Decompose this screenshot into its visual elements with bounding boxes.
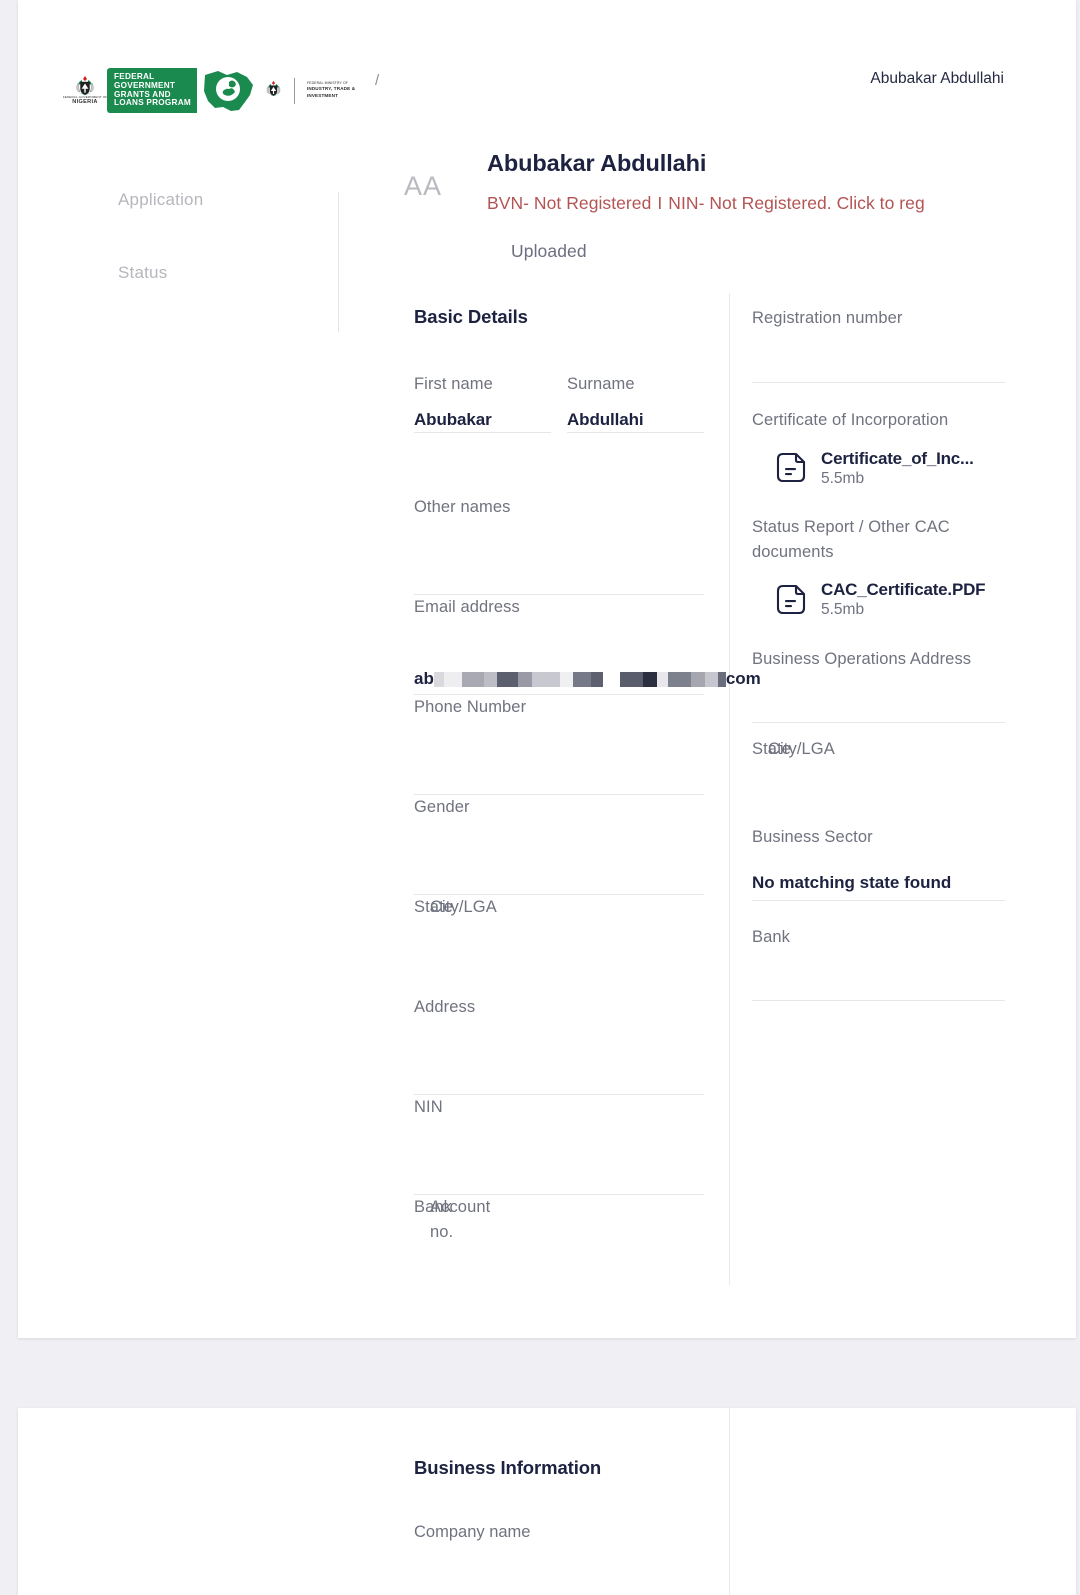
sidebar-nav: Application Status	[118, 190, 318, 336]
business-sector-label: Business Sector	[752, 828, 873, 847]
account-no-label: Account no.	[430, 1197, 491, 1241]
name-row: First name Abubakar Surname Abdullahi	[414, 372, 704, 433]
city-lga-label: City/LGA	[430, 897, 497, 916]
gender-label: Gender	[414, 797, 470, 816]
email-redaction-icon	[433, 671, 726, 687]
page-root: FEDERAL GOVERNMENT OF NIGERIA FEDERAL GO…	[0, 0, 1080, 1595]
business-information-title: Business Information	[414, 1457, 602, 1478]
bvn-status: BVN- Not Registered	[487, 193, 652, 213]
page-title: Abubakar Abdullahi	[487, 150, 707, 176]
business-information-card: Business Information Company name	[18, 1408, 1076, 1595]
business-operations-address-label: Business Operations Address	[752, 650, 972, 669]
coat-of-arms-caption: FEDERAL GOVERNMENT OF NIGERIA	[62, 94, 108, 106]
business-column-divider	[729, 1408, 730, 1595]
file-meta: CAC_Certificate.PDF 5.5mb	[821, 580, 986, 619]
company-name-label: Company name	[414, 1523, 531, 1541]
nin-status: NIN- Not Registered. Click to reg	[668, 193, 925, 213]
file-size: 5.5mb	[821, 601, 865, 619]
nin-label: NIN	[414, 1097, 443, 1116]
sidebar-divider	[338, 192, 339, 332]
field-address[interactable]: Address	[414, 995, 704, 1095]
field-email-address[interactable]: Email address ab com	[414, 595, 761, 695]
documents-column: Registration number Certificate of Incor…	[752, 306, 1005, 1002]
field-nin[interactable]: NIN	[414, 1095, 704, 1195]
first-name-value: Abubakar	[414, 409, 492, 429]
status-separator: I	[657, 193, 663, 213]
file-cac-certificate[interactable]: CAC_Certificate.PDF 5.5mb	[774, 580, 1005, 619]
file-size: 5.5mb	[821, 469, 865, 487]
nigeria-map-icon	[201, 69, 257, 113]
certificate-of-incorporation-label: Certificate of Incorporation	[752, 411, 949, 429]
surname-label: Surname	[567, 375, 635, 393]
field-first-name[interactable]: First name Abubakar	[414, 372, 551, 433]
field-registration-number[interactable]: Registration number	[752, 306, 1005, 383]
state-city-row: State City/LGA	[414, 895, 704, 995]
business-state-city-row: State City/LGA	[752, 737, 1005, 813]
document-icon	[774, 581, 812, 619]
ministry-name: FEDERAL MINISTRY OF INDUSTRY, TRADE & IN…	[306, 81, 356, 99]
business-city-lga-label: City/LGA	[768, 740, 835, 759]
avatar: AA	[404, 171, 443, 201]
field-business-sector[interactable]: Business Sector No matching state found	[752, 825, 1005, 902]
file-meta: Certificate_of_Inc... 5.5mb	[821, 449, 974, 488]
field-business-operations-address[interactable]: Business Operations Address	[752, 647, 1005, 724]
field-phone-number[interactable]: Phone Number	[414, 695, 704, 795]
verification-status-banner[interactable]: BVN- Not Registered I NIN- Not Registered.…	[487, 193, 925, 214]
field-business-bank[interactable]: Bank	[752, 925, 1005, 1002]
business-sector-value: No matching state found	[752, 873, 952, 893]
coat-of-arms-icon: FEDERAL GOVERNMENT OF NIGERIA	[63, 74, 107, 108]
email-prefix: ab	[414, 668, 434, 688]
document-icon	[774, 449, 812, 487]
bank-account-row: Bank Account no.	[414, 1195, 704, 1295]
topbar-user-name[interactable]: Abubakar Abdullahi	[870, 70, 1004, 88]
column-divider	[729, 293, 730, 1285]
basic-details-column: Basic Details First name Abubakar Surnam…	[414, 306, 761, 1295]
registration-number-label: Registration number	[752, 309, 903, 327]
business-information-column: Business Information Company name	[414, 1457, 704, 1542]
program-badge: FEDERAL GOVERNMENT GRANTS AND LOANS PROG…	[107, 68, 197, 114]
email-value: ab com	[414, 669, 761, 689]
file-name: CAC_Certificate.PDF	[821, 580, 986, 600]
other-names-label: Other names	[414, 497, 511, 516]
status-report-group: Status Report / Other CAC documents CAC_…	[752, 515, 1005, 620]
status-report-label: Status Report / Other CAC documents	[752, 517, 950, 561]
topbar: FEDERAL GOVERNMENT OF NIGERIA FEDERAL GO…	[18, 0, 1076, 120]
file-name: Certificate_of_Inc...	[821, 448, 974, 468]
ministry-coat-icon	[264, 78, 284, 104]
phone-number-label: Phone Number	[414, 697, 527, 716]
file-certificate-of-incorporation[interactable]: Certificate_of_Inc... 5.5mb	[774, 449, 1005, 488]
uploaded-status: Uploaded	[511, 241, 587, 261]
breadcrumb[interactable]: /	[375, 72, 380, 89]
application-card: FEDERAL GOVERNMENT OF NIGERIA FEDERAL GO…	[18, 0, 1076, 1338]
address-label: Address	[414, 997, 476, 1016]
sidebar-item-application[interactable]: Application	[118, 190, 318, 210]
sidebar-item-status[interactable]: Status	[118, 263, 318, 283]
certificate-of-incorporation-group: Certificate of Incorporation Certificate…	[752, 408, 1005, 488]
logo-divider	[293, 77, 295, 104]
basic-details-title: Basic Details	[414, 306, 528, 327]
business-bank-label: Bank	[752, 928, 791, 947]
email-label: Email address	[414, 597, 520, 616]
field-gender[interactable]: Gender	[414, 795, 704, 895]
brand-logo[interactable]: FEDERAL GOVERNMENT OF NIGERIA FEDERAL GO…	[63, 68, 356, 114]
surname-value: Abdullahi	[567, 409, 644, 429]
field-surname[interactable]: Surname Abdullahi	[567, 372, 704, 433]
first-name-label: First name	[414, 375, 493, 393]
field-other-names[interactable]: Other names	[414, 495, 704, 595]
